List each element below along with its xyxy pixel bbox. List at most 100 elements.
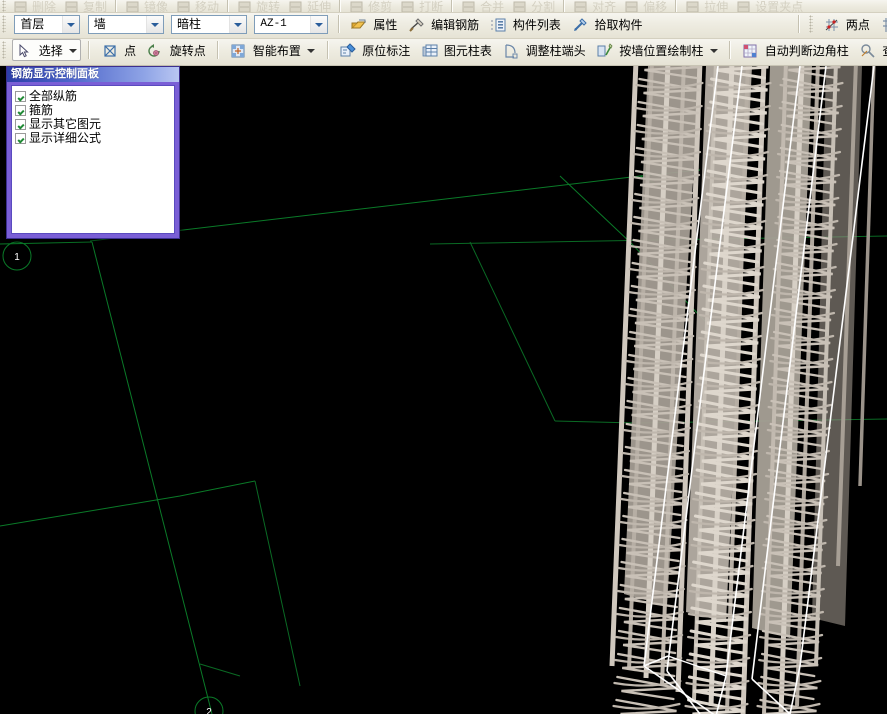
- toolbar-grip[interactable]: [2, 41, 6, 59]
- auto-judge-corner-column-button-label: 自动判断边角柱: [764, 43, 849, 58]
- component-name-combo[interactable]: AZ-1: [254, 14, 329, 34]
- 修剪-button[interactable]: 修剪: [345, 0, 396, 12]
- toolbar-separator: [675, 0, 678, 12]
- rebar-option-row[interactable]: 显示其它图元: [15, 117, 172, 131]
- property-button[interactable]: 属性: [347, 13, 401, 35]
- checkbox-3[interactable]: [15, 133, 26, 145]
- toolbar-separator: [729, 41, 732, 59]
- floor-combo-value: 首层: [20, 16, 45, 31]
- chevron-down-icon[interactable]: [62, 15, 80, 33]
- chevron-down-icon[interactable]: [307, 48, 316, 53]
- move-icon: [176, 0, 192, 12]
- floor-combo[interactable]: 首层: [14, 14, 81, 34]
- rotate-point-button[interactable]: 旋转点: [143, 39, 209, 61]
- 对齐-button[interactable]: 对齐: [569, 0, 620, 13]
- 镜像-button[interactable]: 镜像: [121, 0, 172, 12]
- select-button[interactable]: 选择: [12, 39, 82, 61]
- rebar-option-row[interactable]: 箍筋: [15, 103, 172, 117]
- 打断-button-label: 打断: [419, 0, 444, 13]
- parallel-button[interactable]: 平行: [877, 13, 887, 35]
- 打断-button[interactable]: 打断: [396, 0, 447, 13]
- 延伸-button[interactable]: 延伸: [284, 0, 335, 13]
- draw-toolbar: 选择 点 旋转点 智能布置 原位标注 图元柱表 调整柱端头 按墙位置绘制柱 自动…: [0, 39, 887, 66]
- rebar-option-label: 全部纵筋: [29, 89, 78, 104]
- mirror-icon: [125, 0, 141, 12]
- smart-layout-button[interactable]: 智能布置: [226, 39, 319, 61]
- chevron-down-icon[interactable]: [709, 48, 718, 53]
- 移动-button-label: 移动: [195, 0, 220, 13]
- 分割-button[interactable]: 分割: [508, 0, 559, 12]
- element-column-table-button[interactable]: 图元柱表: [418, 39, 496, 61]
- delete-icon: [13, 0, 29, 12]
- 移动-button[interactable]: 移动: [172, 0, 223, 13]
- 偏移-button-label: 偏移: [643, 0, 668, 13]
- adjust-column-end-button[interactable]: 调整柱端头: [499, 39, 589, 61]
- 删除-button[interactable]: 删除: [9, 0, 60, 12]
- in-situ-annotation-button[interactable]: 原位标注: [336, 39, 414, 61]
- edit-rebar-button[interactable]: 编辑钢筋: [405, 13, 483, 35]
- toolbar-grip[interactable]: [2, 0, 6, 12]
- 合并-button[interactable]: 合并: [457, 0, 508, 12]
- chevron-down-icon[interactable]: [69, 48, 78, 53]
- chevron-down-icon[interactable]: [229, 15, 247, 33]
- checkbox-2[interactable]: [15, 119, 26, 131]
- trim-icon: [349, 0, 365, 12]
- auto-judge-corner-column-icon: [742, 43, 758, 59]
- merge-icon: [461, 0, 477, 12]
- component-name-combo-value: AZ-1: [260, 17, 287, 30]
- checkbox-1[interactable]: [15, 105, 26, 117]
- rebar-option-label: 显示其它图元: [29, 117, 102, 132]
- rotate-point-icon: [147, 43, 163, 59]
- 拉伸-button-label: 拉伸: [704, 0, 729, 13]
- toolbar-grip[interactable]: [2, 15, 6, 33]
- check-edit-annotation-button[interactable]: 查改标注: [856, 39, 887, 61]
- rotate-icon: [237, 0, 253, 12]
- checkbox-0[interactable]: [15, 91, 26, 103]
- toolbar-separator: [88, 41, 91, 59]
- 对齐-button-label: 对齐: [592, 0, 617, 13]
- component-type-combo[interactable]: 暗柱: [171, 14, 248, 34]
- set-grip-icon: [736, 0, 752, 12]
- draw-column-by-wall-icon: [597, 43, 613, 59]
- point-button[interactable]: 点: [98, 39, 140, 61]
- 旋转-button[interactable]: 旋转: [233, 0, 284, 13]
- pick-component-button[interactable]: 拾取构件: [568, 13, 646, 35]
- rebar-option-row[interactable]: 显示详细公式: [15, 131, 172, 145]
- 延伸-button-label: 延伸: [307, 0, 332, 13]
- property-toolbar: 首层 墙 暗柱 AZ-1 属性 编辑钢筋 构件列表 拾取构件 两点: [0, 13, 887, 39]
- chevron-down-icon[interactable]: [145, 15, 163, 33]
- 拉伸-button[interactable]: 拉伸: [681, 0, 732, 13]
- 偏移-button[interactable]: 偏移: [620, 0, 671, 13]
- rebar-display-control-panel[interactable]: 钢筋显示控制面板 全部纵筋 箍筋 显示其它图元 显示详细公式: [6, 66, 180, 239]
- pick-component-icon: [572, 17, 588, 33]
- offset-icon: [624, 0, 640, 12]
- draw-column-by-wall-button[interactable]: 按墙位置绘制柱: [593, 39, 722, 61]
- chevron-down-icon[interactable]: [310, 15, 328, 33]
- two-point-button[interactable]: 两点: [820, 13, 874, 35]
- toolbar-grip[interactable]: [809, 15, 814, 33]
- select-button-label: 选择: [38, 43, 63, 58]
- pick-component-button-label: 拾取构件: [594, 17, 643, 32]
- edit-rebar-button-label: 编辑钢筋: [431, 17, 480, 32]
- rotate-point-button-label: 旋转点: [169, 43, 206, 58]
- parallel-icon: [881, 17, 887, 33]
- smart-layout-button-label: 智能布置: [252, 43, 301, 58]
- point-icon: [102, 43, 118, 59]
- adjust-column-end-icon: [503, 43, 519, 59]
- 设置夹点-button[interactable]: 设置夹点: [732, 0, 807, 12]
- auto-judge-corner-column-button[interactable]: 自动判断边角柱: [738, 39, 852, 61]
- 复制-button-label: 复制: [83, 0, 108, 13]
- component-type-combo-value: 暗柱: [177, 16, 202, 31]
- toolbar-separator: [339, 0, 342, 12]
- 旋转-button-label: 旋转: [256, 0, 281, 13]
- rebar-option-row[interactable]: 全部纵筋: [15, 89, 172, 103]
- category-combo[interactable]: 墙: [87, 14, 164, 34]
- two-point-icon: [824, 17, 840, 33]
- toolbar-separator: [337, 15, 340, 33]
- adjust-column-end-button-label: 调整柱端头: [525, 43, 586, 58]
- stretch-icon: [685, 0, 701, 12]
- 复制-button[interactable]: 复制: [60, 0, 111, 13]
- component-list-button[interactable]: 构件列表: [486, 13, 564, 35]
- toolbar-separator: [217, 41, 220, 59]
- component-list-icon: [490, 17, 506, 33]
